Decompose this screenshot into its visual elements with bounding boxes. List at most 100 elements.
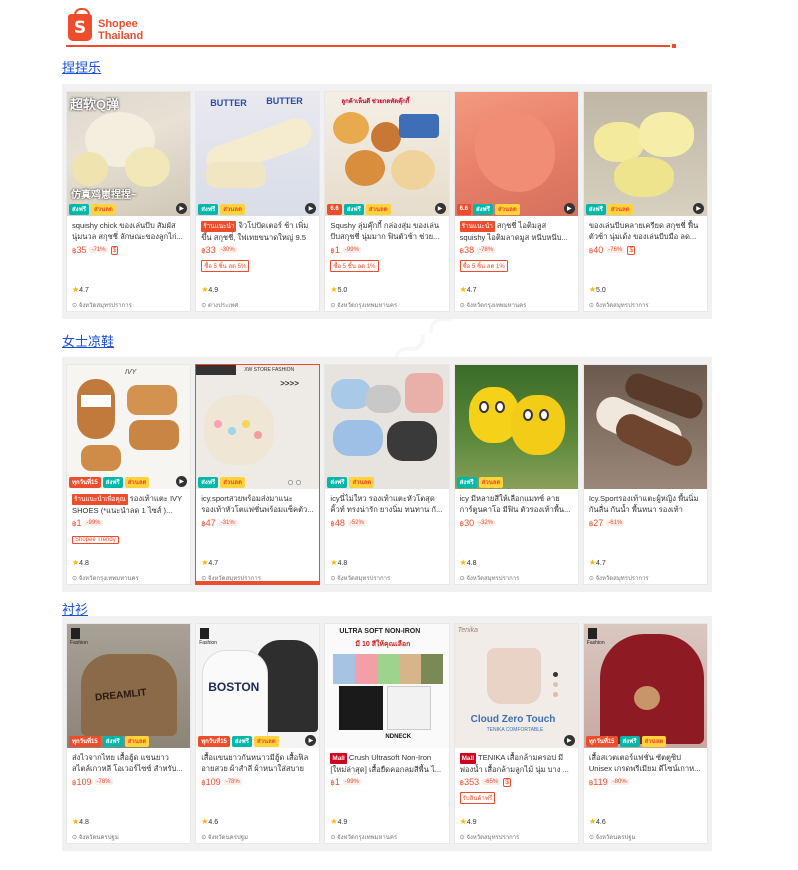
- discount-badge: -32%: [477, 520, 496, 526]
- product-price: ฿40: [588, 245, 604, 255]
- product-card[interactable]: ส่งฟรี ส่วนลด icy มีหลายสีให้เลือกแมทช์ ล…: [453, 364, 579, 585]
- product-name: เสื้อสเวตเตอร์แฟชั่น ซัตตูซิป Unisex เกร…: [588, 753, 701, 773]
- product-image[interactable]: ส่งฟรี ส่วนลด: [325, 365, 449, 489]
- product-image[interactable]: Tenika Cloud Zero Touch TENIKA COMFORTAB…: [454, 624, 578, 748]
- section-title-squishy[interactable]: 捏捏乐: [62, 57, 101, 76]
- discount-badge: -78%: [223, 779, 242, 785]
- shopee-header: S Shopee Thailand: [66, 8, 676, 52]
- product-card[interactable]: ส่งฟรี ส่วนลด icyนี่ไม่ใหว รองเท้าแตะหัวโ…: [324, 364, 450, 585]
- discount-badge: -99%: [342, 779, 361, 785]
- product-image[interactable]: ส่งฟรี ส่วนลด ▶: [583, 92, 708, 216]
- product-image[interactable]: XW STORE FASHION >>>> ส่งฟรี ส่วนลด: [196, 365, 320, 489]
- location-pin-icon: ⊙: [459, 835, 465, 841]
- product-rating: ★4.7: [588, 558, 606, 567]
- product-name: squishy chick ของเล่นบีบ สัมผัสนุ่มนวล ส…: [72, 221, 183, 241]
- play-icon[interactable]: ▶: [563, 735, 575, 746]
- product-name: ร้านแนะนำ จิวโปปัดเตอร์ ช้า เพิ่มขึ้น สกุ…: [201, 221, 309, 242]
- play-icon[interactable]: ▶: [693, 203, 705, 214]
- product-rating: ★4.9: [459, 817, 477, 826]
- product-card[interactable]: ส่งฟรี ส่วนลด ▶ ของเล่นบีบคลายเครียด สกุช…: [582, 91, 709, 312]
- product-image[interactable]: Fashion ทุกวันที่15 ส่งฟรี ส่วนลด: [583, 624, 708, 748]
- product-name: Squshy ลุ่มคุ๊กกี้ กล่องสุ่ม ของเล่นบีบส…: [330, 221, 440, 241]
- star-icon: ★: [330, 817, 338, 826]
- product-image[interactable]: ลูกค้าเห็นดี ช่วยกดทัดคุ๊กกี้ 6.6 ส่งฟรีส…: [325, 92, 449, 216]
- product-card-selected[interactable]: XW STORE FASHION >>>> ส่งฟรี ส่วนลด icy.s…: [195, 364, 321, 585]
- brand-name[interactable]: Shopee Thailand: [98, 18, 143, 42]
- star-icon: ★: [330, 558, 338, 567]
- mall-badge: Mall: [459, 753, 477, 764]
- location-pin-icon: ⊙: [330, 835, 336, 841]
- mall-badge: Mall: [330, 753, 347, 764]
- product-row-shirts: Fashion DREAMLIT ทุกวันที่15 ส่งฟรี ส่วนลด…: [62, 616, 712, 851]
- product-card[interactable]: IVY ทุกวันที่15 ส่งฟรี ส่วนลด ▶ ร้านแนะนำเ…: [66, 364, 192, 585]
- product-price: ฿353: [459, 777, 480, 787]
- product-image[interactable]: 超软Q弹 仿真鸡崽捏捏~ ส่งฟรี ส่วนลด ▶: [67, 92, 191, 216]
- product-rating: ★4.8: [72, 817, 89, 826]
- product-location: ⊙ จังหวัดสมุทรปราการ: [330, 576, 391, 582]
- location-pin-icon: ⊙: [459, 303, 465, 309]
- product-price: ฿1: [72, 518, 82, 528]
- carousel-dots[interactable]: [288, 480, 302, 485]
- product-card[interactable]: Tenika Cloud Zero Touch TENIKA COMFORTAB…: [453, 623, 579, 844]
- product-image[interactable]: Fashion BOSTON ทุกวันที่15 ส่งฟรี ส่วนลด ▶: [196, 624, 320, 748]
- star-icon: ★: [330, 285, 338, 294]
- product-image[interactable]: IVY ทุกวันที่15 ส่งฟรี ส่วนลด ▶: [67, 365, 191, 489]
- product-location: ⊙ จังหวัดกรุงเทพมหานคร: [330, 835, 398, 841]
- product-location: ⊙ จังหวัดนครปฐม: [201, 835, 248, 841]
- product-image[interactable]: [583, 365, 708, 489]
- location-pin-icon: ⊙: [72, 576, 78, 582]
- product-price: ฿47: [201, 518, 216, 528]
- product-location: ⊙ จังหวัดสมุทรปราการ: [459, 576, 520, 582]
- product-location: ⊙ จังหวัดสมุทรปราการ: [588, 576, 649, 582]
- product-price: ฿1: [330, 245, 340, 255]
- product-name: Mall Crush Ultrasoft Non-Iron [ใหม่ล่าสุด…: [330, 753, 442, 774]
- product-card[interactable]: 6.6 ส่งฟรี ส่วนลด ▶ ร้านแนะนำ สกุชชี่ ไอติม…: [453, 91, 579, 312]
- product-card[interactable]: 超软Q弹 仿真鸡崽捏捏~ ส่งฟรี ส่วนลด ▶ squishy chic…: [66, 91, 192, 312]
- star-icon: ★: [588, 817, 596, 826]
- product-image[interactable]: BUTTER BUTTER ส่งฟรี ส่วนลด ▶: [196, 92, 320, 216]
- product-name: ส่งไวจากไทย เสื้อฮู้ด แขนยาว สไตล์เกาหลี…: [72, 753, 183, 773]
- product-name: ร้านแนะนำเพื่อคุณ รองเท้าแตะ IVY SHOES (*…: [72, 494, 183, 515]
- product-price: ฿30: [459, 518, 475, 528]
- product-card[interactable]: Fashion DREAMLIT ทุกวันที่15 ส่งฟรี ส่วนลด…: [66, 623, 192, 844]
- product-image[interactable]: Fashion DREAMLIT ทุกวันที่15 ส่งฟรี ส่วนลด: [67, 624, 191, 748]
- product-row-sandals: IVY ทุกวันที่15 ส่งฟรี ส่วนลด ▶ ร้านแนะนำเ…: [62, 357, 712, 592]
- product-card[interactable]: Fashion ทุกวันที่15 ส่งฟรี ส่วนลด เสื้อสเว…: [582, 623, 709, 844]
- product-card[interactable]: Icy.Sportรองเท้าแตะผู้หญิง พื้นนิ่มกันลื…: [582, 364, 709, 585]
- location-pin-icon: ⊙: [330, 303, 336, 309]
- section-title-sandals[interactable]: 女士凉鞋: [62, 331, 114, 350]
- product-rating: ★4.9: [201, 285, 219, 294]
- product-name: icy มีหลายสีให้เลือกแมทช์ ลายการ์ตูนคาโอ…: [459, 494, 571, 514]
- shopee-bag-icon[interactable]: S: [68, 8, 92, 41]
- recommended-tag: ร้านแนะนำ: [459, 221, 495, 232]
- coin-icon: $: [503, 777, 512, 787]
- product-location: ⊙ จังหวัดสมุทรปราการ: [588, 303, 649, 309]
- product-rating: ★5.0: [588, 285, 606, 294]
- star-icon: ★: [459, 817, 467, 826]
- discount-badge: -71%: [89, 247, 108, 253]
- discount-badge: -76%: [606, 247, 625, 253]
- discount-badge: -61%: [606, 520, 625, 526]
- promo-tag: ซื้อ 5 ชิ้น ลด 1%: [459, 260, 508, 272]
- product-name: icy.sportสวยพร้อมส่งมาแนะรองเท้าหัวโตแฟช…: [201, 494, 314, 514]
- discount-badge: -31%: [218, 520, 237, 526]
- recommended-tag: ร้านแนะนำ: [201, 221, 237, 232]
- promo-tag: ซื้อ 5 ชิ้น ลด 1%: [330, 260, 379, 272]
- brand-logo-icon: [71, 628, 80, 639]
- trendy-tag: Shopee Trendy: [72, 536, 119, 544]
- product-rating: ★4.7: [72, 285, 89, 294]
- play-icon[interactable]: ▶: [434, 203, 446, 214]
- product-image[interactable]: ส่งฟรี ส่วนลด: [454, 365, 578, 489]
- product-rating: ★4.9: [330, 817, 348, 826]
- product-location: ⊙ จังหวัดสมุทรปราการ: [201, 576, 261, 582]
- play-icon[interactable]: ▶: [563, 203, 575, 214]
- product-image[interactable]: 6.6 ส่งฟรี ส่วนลด ▶: [454, 92, 578, 216]
- product-card[interactable]: Fashion BOSTON ทุกวันที่15 ส่งฟรี ส่วนลด ▶…: [195, 623, 321, 844]
- discount-badge: -78%: [94, 779, 113, 785]
- coin-icon: $: [627, 245, 636, 255]
- product-rating: ★4.8: [330, 558, 348, 567]
- product-card[interactable]: BUTTER BUTTER ส่งฟรี ส่วนลด ▶ ร้านแนะนำ จิ…: [195, 91, 321, 312]
- product-image[interactable]: ULTRA SOFT NON-IRON มี 10 สีให้คุณเลือก …: [325, 624, 449, 748]
- product-card[interactable]: ลูกค้าเห็นดี ช่วยกดทัดคุ๊กกี้ 6.6 ส่งฟรีส…: [324, 91, 450, 312]
- product-card[interactable]: ULTRA SOFT NON-IRON มี 10 สีให้คุณเลือก …: [324, 623, 450, 844]
